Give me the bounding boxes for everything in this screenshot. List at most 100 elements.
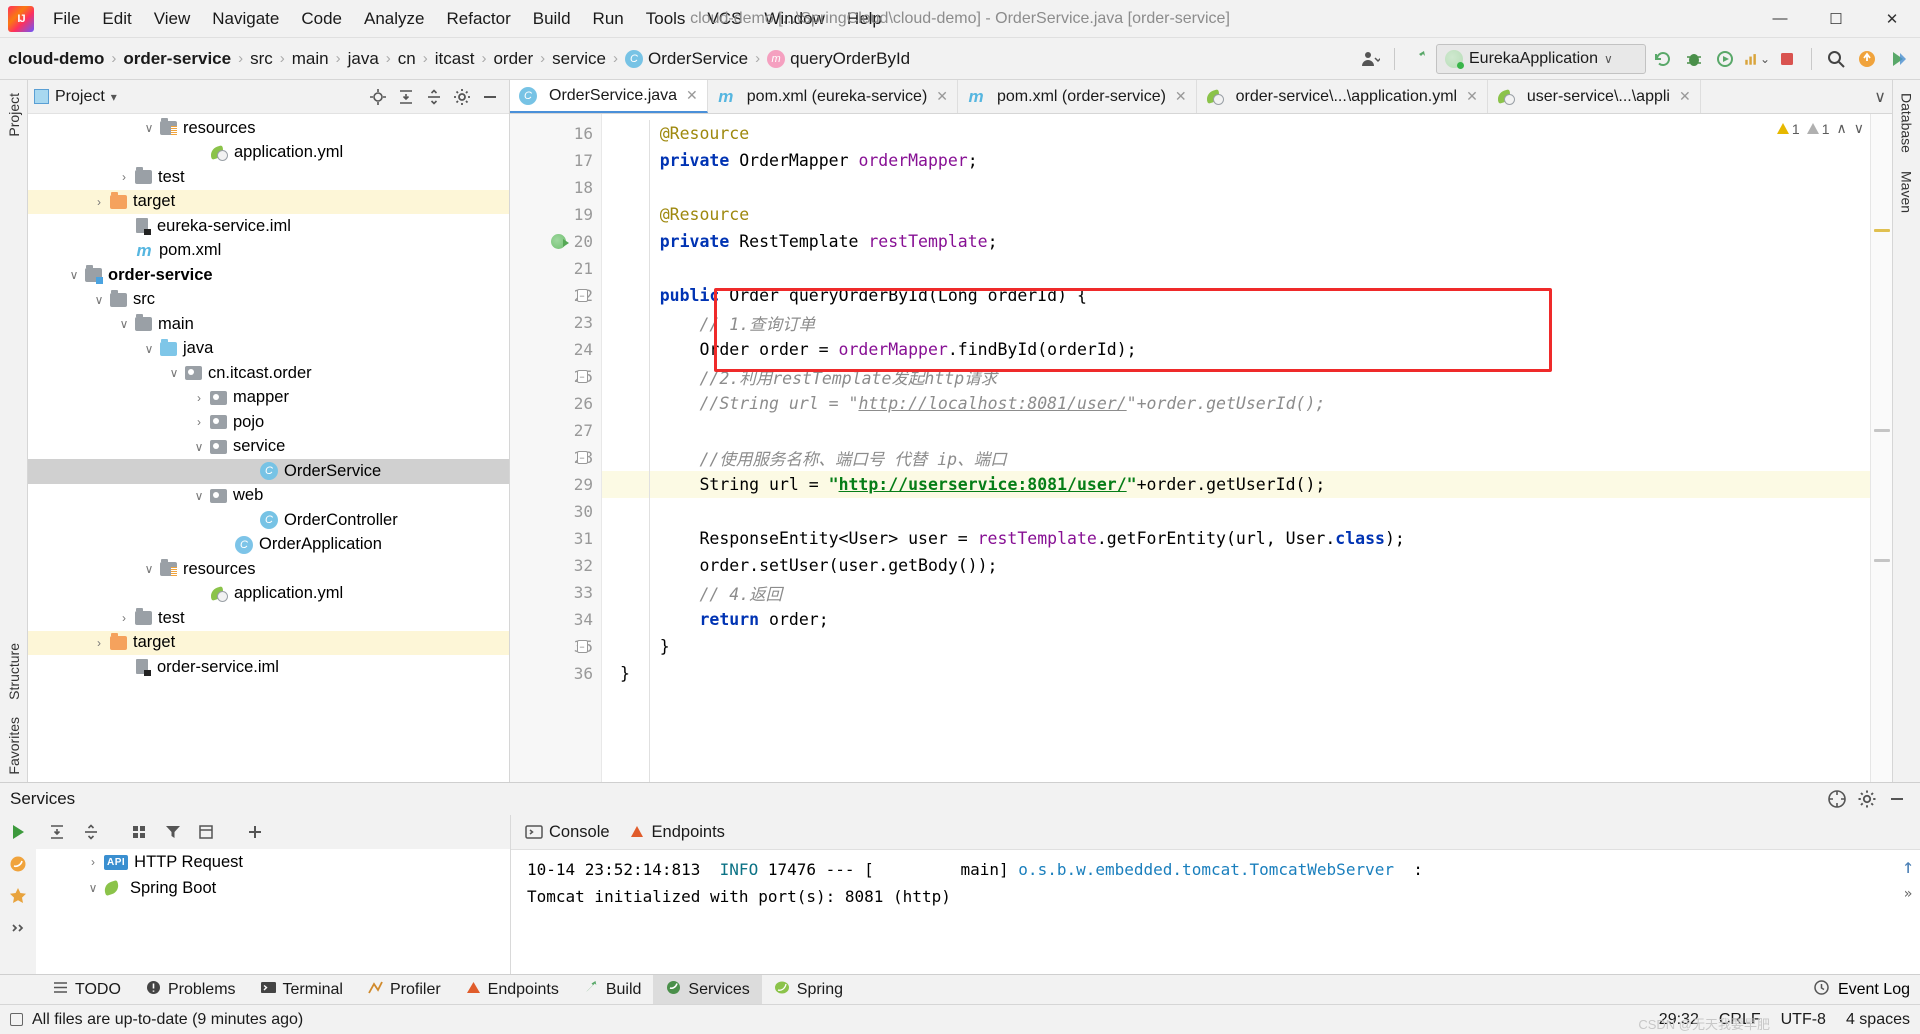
project-tree-item-order-service[interactable]: ∨ order-service <box>28 263 509 288</box>
menu-file[interactable]: File <box>42 5 91 33</box>
project-tree-item-application-yml[interactable]: application.yml <box>28 141 509 166</box>
run-icon[interactable] <box>5 819 31 845</box>
gutter-line-24[interactable]: 24 <box>510 336 601 363</box>
fold-toggle-icon[interactable]: − <box>572 363 592 390</box>
menu-build[interactable]: Build <box>522 5 582 33</box>
gutter-line-21[interactable]: 21 <box>510 255 601 282</box>
services-tree-item-spring-boot[interactable]: ∨ Spring Boot <box>36 875 510 901</box>
breadcrumb-queryorderbyid[interactable]: m queryOrderById <box>767 49 910 69</box>
chevron-right-icon[interactable]: › <box>188 391 210 405</box>
chevron-down-icon[interactable]: ∨ <box>163 366 185 380</box>
code-line-21[interactable] <box>602 255 1870 282</box>
code-line-17[interactable]: private OrderMapper orderMapper; <box>602 147 1870 174</box>
chevron-right-icon[interactable]: › <box>88 195 110 209</box>
editor-tab-order-service-application-yml[interactable]: order-service\...\application.yml ✕ <box>1197 80 1488 113</box>
chevron-down-icon[interactable]: ∨ <box>63 268 85 282</box>
code-line-28[interactable]: //使用服务名称、端口号 代替 ip、端口 <box>602 444 1870 471</box>
breadcrumb-cloud-demo[interactable]: cloud-demo <box>8 49 104 69</box>
bottom-tab-services[interactable]: Services <box>653 974 762 1005</box>
code-line-22[interactable]: public Order queryOrderById(Long orderId… <box>602 282 1870 309</box>
bottom-tool-window-bar[interactable]: TODO Problems Terminal Profiler Endpoints Bui… <box>0 974 1920 1005</box>
expand-all-icon[interactable] <box>44 819 70 845</box>
close-tab-icon[interactable]: ✕ <box>1679 88 1691 105</box>
chevron-right-icon[interactable]: › <box>188 415 210 429</box>
project-tree-item-pom-xml[interactable]: m pom.xml <box>28 239 509 264</box>
chevron-down-icon[interactable]: ∨ <box>113 317 135 331</box>
next-problem-icon[interactable]: ∨ <box>1854 120 1864 137</box>
gear-icon[interactable] <box>449 84 475 110</box>
menu-help[interactable]: Help <box>836 5 893 33</box>
code-editor[interactable]: 1 1 ∧ ∨ 161718192021−222324−252627−28293… <box>510 114 1892 782</box>
editor-tab-pom-xml-order-service-[interactable]: m pom.xml (order-service) ✕ <box>958 80 1197 113</box>
close-tab-icon[interactable]: ✕ <box>1175 88 1187 105</box>
stop-icon[interactable] <box>1773 45 1801 73</box>
gutter-line-30[interactable]: 30 <box>510 498 601 525</box>
gear-icon[interactable] <box>1854 786 1880 812</box>
chevron-right-icon[interactable]: › <box>82 855 104 869</box>
bottom-tab-build[interactable]: Build <box>571 975 654 1005</box>
code-line-18[interactable] <box>602 174 1870 201</box>
code-line-27[interactable] <box>602 417 1870 444</box>
group-icon[interactable] <box>126 819 152 845</box>
chevron-right-icon[interactable]: › <box>113 170 135 184</box>
project-tree-item-src[interactable]: ∨ src <box>28 288 509 313</box>
code-line-26[interactable]: //String url = " http://localhost:8081/us… <box>602 390 1870 417</box>
menu-tools[interactable]: Tools <box>635 5 697 33</box>
project-tree-item-resources[interactable]: ∨ resources <box>28 557 509 582</box>
chevron-down-icon[interactable]: ∨ <box>188 440 210 454</box>
code-line-16[interactable]: @Resource <box>602 120 1870 147</box>
indent-setting[interactable]: 4 spaces <box>1846 1011 1910 1029</box>
menu-view[interactable]: View <box>143 5 202 33</box>
tool-tab-project[interactable]: Project <box>3 86 25 144</box>
breadcrumb-service[interactable]: service <box>552 49 606 69</box>
menu-edit[interactable]: Edit <box>91 5 142 33</box>
code-line-33[interactable]: // 4.返回 <box>602 579 1870 606</box>
gutter-line-29[interactable]: 29 <box>510 471 601 498</box>
breadcrumb-order-service[interactable]: order-service <box>123 49 231 69</box>
project-tree-item-order-service-iml[interactable]: order-service.iml <box>28 655 509 680</box>
user-icon[interactable] <box>1356 45 1384 73</box>
locate-icon[interactable] <box>365 84 391 110</box>
project-tree-item-java[interactable]: ∨ java <box>28 337 509 362</box>
code-line-19[interactable]: @Resource <box>602 201 1870 228</box>
bottom-tab-spring[interactable]: Spring <box>762 975 855 1005</box>
gutter-line-32[interactable]: 32 <box>510 552 601 579</box>
chevron-down-icon[interactable]: ∨ <box>138 121 160 135</box>
editor-gutter[interactable]: 161718192021−222324−252627−2829303132333… <box>510 114 602 782</box>
scroll-up-icon[interactable]: ↑ <box>1902 854 1914 878</box>
bottom-tab-profiler[interactable]: Profiler <box>355 975 453 1005</box>
project-tree-item-web[interactable]: ∨ web <box>28 484 509 509</box>
gutter-line-16[interactable]: 16 <box>510 120 601 147</box>
services-tree[interactable]: › API HTTP Request ∨ Spring Boot <box>36 849 510 901</box>
editor-tabs-overflow-icon[interactable]: ∨ <box>1868 80 1892 113</box>
plugins-icon[interactable] <box>1884 45 1912 73</box>
help-icon[interactable] <box>1824 786 1850 812</box>
chevron-down-icon[interactable]: ∨ <box>88 293 110 307</box>
debug-icon[interactable] <box>1680 45 1708 73</box>
filter-icon[interactable] <box>160 819 186 845</box>
fold-toggle-icon[interactable]: − <box>572 633 592 660</box>
close-tab-icon[interactable]: ✕ <box>1466 88 1478 105</box>
tool-tab-structure[interactable]: Structure <box>3 636 25 707</box>
gutter-line-36[interactable]: 36 <box>510 660 601 687</box>
chevron-down-icon[interactable]: ▾ <box>111 90 117 104</box>
breadcrumb-main[interactable]: main <box>292 49 329 69</box>
tool-tab-maven[interactable]: Maven <box>1896 164 1918 220</box>
rerun-icon[interactable] <box>1649 45 1677 73</box>
services-tab-console[interactable]: Console <box>525 823 610 842</box>
code-line-23[interactable]: // 1.查询订单 <box>602 309 1870 336</box>
close-tab-icon[interactable]: ✕ <box>936 88 948 105</box>
project-tree-item-ordercontroller[interactable]: C OrderController <box>28 508 509 533</box>
profiler-icon[interactable]: ⌄ <box>1742 45 1770 73</box>
editor-tab-pom-xml-eureka-service-[interactable]: m pom.xml (eureka-service) ✕ <box>708 80 958 113</box>
gutter-line-23[interactable]: 23 <box>510 309 601 336</box>
code-lines[interactable]: @Resource private OrderMapper orderMappe… <box>602 114 1870 782</box>
project-tree-item-target[interactable]: › target <box>28 189 509 214</box>
breadcrumb-java[interactable]: java <box>348 49 379 69</box>
menu-analyze[interactable]: Analyze <box>353 5 435 33</box>
run-configuration-selector[interactable]: EurekaApplication ∨ <box>1436 43 1646 74</box>
code-line-29[interactable]: String url = " http://userservice:8081/us… <box>602 471 1870 498</box>
add-icon[interactable] <box>242 819 268 845</box>
warning-count-chip[interactable]: 1 <box>1776 121 1800 137</box>
fold-toggle-icon[interactable]: − <box>572 444 592 471</box>
